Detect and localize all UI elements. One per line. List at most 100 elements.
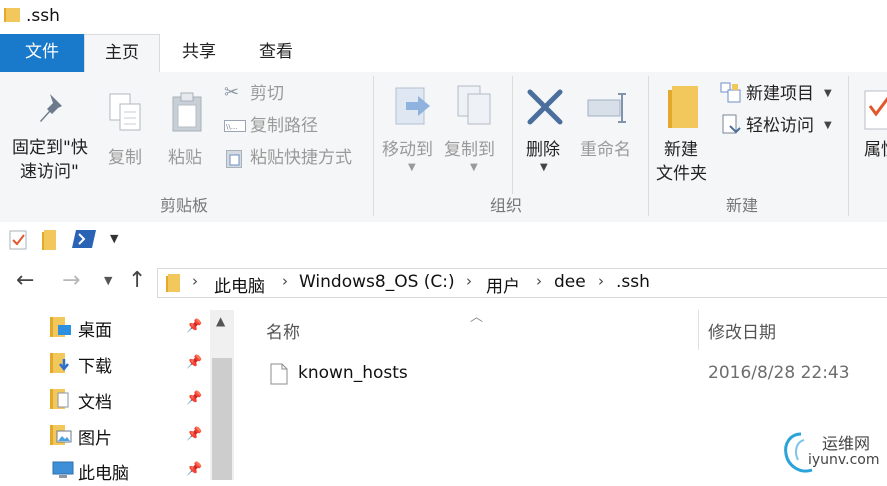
powershell-icon[interactable] <box>72 230 96 248</box>
up-arrow-icon[interactable]: ↑ <box>128 268 146 293</box>
pin-icon[interactable]: 📌 <box>186 391 202 406</box>
chevron-down-icon: ▼ <box>470 162 478 173</box>
folder-icon[interactable] <box>42 230 56 250</box>
new-item-button[interactable]: 新建项目 ▼ <box>718 80 842 108</box>
pin-icon[interactable]: 📌 <box>186 355 202 370</box>
pin-icon[interactable]: 📌 <box>186 319 202 334</box>
nav-scrollbar[interactable]: ▲ <box>210 310 234 480</box>
column-header-name[interactable]: 名称 <box>266 318 300 343</box>
properties-label: 属性 <box>864 140 887 160</box>
nav-item-downloads[interactable]: 下载 📌 <box>50 349 210 379</box>
watermark: 运维网 iyunv.com <box>782 428 887 480</box>
watermark-brand: 运维网 <box>822 434 871 453</box>
rename-button[interactable]: 重命名 <box>576 80 642 170</box>
paste-shortcut-label: 粘贴快捷方式 <box>250 148 352 168</box>
breadcrumb-drive[interactable]: Windows8_OS (C:) <box>299 272 455 292</box>
copy-path-label: 复制路径 <box>250 116 318 136</box>
paste-shortcut-button[interactable]: 粘贴快捷方式 <box>222 144 372 172</box>
breadcrumb-chevron-icon[interactable]: › <box>282 272 288 290</box>
breadcrumb-chevron-icon[interactable]: › <box>192 272 198 290</box>
copy-icon <box>109 93 141 131</box>
organize-group-label: 组织 <box>490 196 523 215</box>
nav-item-this-pc[interactable]: 此电脑 📌 <box>50 456 210 486</box>
new-folder-button[interactable]: 新建 文件夹 <box>652 80 716 190</box>
easy-access-label: 轻松访问 <box>746 116 814 136</box>
scrollbar-thumb[interactable] <box>212 358 232 480</box>
properties-icon <box>864 90 887 130</box>
file-modified: 2016/8/28 22:43 <box>708 363 850 383</box>
documents-folder-icon <box>50 389 69 409</box>
copy-to-label: 复制到 <box>444 140 495 160</box>
sort-ascending-icon: ︿ <box>470 310 484 325</box>
nav-label: 文档 <box>78 393 112 413</box>
title-bar: .ssh <box>0 0 887 34</box>
downloads-folder-icon <box>50 353 69 373</box>
tab-view[interactable]: 查看 <box>238 34 314 72</box>
chevron-down-icon: ▼ <box>408 162 416 173</box>
scroll-up-icon[interactable]: ▲ <box>216 314 225 328</box>
forward-arrow-icon[interactable]: → <box>62 268 80 293</box>
copy-button[interactable]: 复制 <box>100 84 152 174</box>
separator <box>848 76 849 216</box>
pin-icon[interactable]: 📌 <box>186 462 202 477</box>
new-item-label: 新建项目 <box>746 84 814 104</box>
easy-access-button[interactable]: 轻松访问 ▼ <box>718 112 842 140</box>
breadcrumb-chevron-icon[interactable]: › <box>466 272 472 290</box>
address-bar[interactable]: › 此电脑 › Windows8_OS (C:) › 用户 › dee › .s… <box>157 268 887 298</box>
folder-icon <box>4 8 20 22</box>
pin-icon[interactable]: 📌 <box>186 427 202 442</box>
separator <box>648 76 649 216</box>
column-divider[interactable] <box>698 310 699 350</box>
copy-to-icon <box>457 85 491 125</box>
paste-shortcut-icon <box>226 150 242 168</box>
move-to-button[interactable]: 移动到 ▼ <box>378 80 442 180</box>
pin-to-quick-access-button[interactable]: 固定到"快 速访问" <box>6 84 98 188</box>
delete-button[interactable]: 删除 ▼ <box>518 80 572 180</box>
path-icon: \\... <box>224 120 246 132</box>
nav-label: 桌面 <box>78 321 112 341</box>
file-name: known_hosts <box>298 363 408 383</box>
tab-home[interactable]: 主页 <box>84 34 160 73</box>
tab-share[interactable]: 共享 <box>160 34 238 72</box>
nav-item-pictures[interactable]: 图片 📌 <box>50 421 210 451</box>
tab-file[interactable]: 文件 <box>0 34 84 72</box>
back-arrow-icon[interactable]: ← <box>16 268 34 293</box>
file-list: ︿ 名称 修改日期 known_hosts 2016/8/28 22:43 运维… <box>234 310 887 480</box>
new-item-icon <box>720 82 741 103</box>
properties-button[interactable]: 属性 <box>856 80 887 180</box>
file-row[interactable]: known_hosts 2016/8/28 22:43 <box>264 360 884 390</box>
cut-button[interactable]: ✂ 剪切 <box>222 80 362 108</box>
recent-locations-icon[interactable]: ▼ <box>104 274 112 287</box>
window-title: .ssh <box>26 6 60 26</box>
new-folder-label-line1: 新建 <box>664 140 698 160</box>
nav-label: 下载 <box>78 357 112 377</box>
file-icon <box>270 363 288 385</box>
breadcrumb-users[interactable]: 用户 <box>486 272 520 297</box>
nav-item-desktop[interactable]: 桌面 📌 <box>50 313 210 343</box>
breadcrumb-chevron-icon[interactable]: › <box>536 272 542 290</box>
breadcrumb-this-pc[interactable]: 此电脑 <box>214 272 265 297</box>
customize-toolbar-icon[interactable]: ▼ <box>110 232 118 245</box>
chevron-down-icon: ▼ <box>824 120 832 131</box>
navigation-pane: 桌面 📌 下载 📌 文档 📌 图片 📌 此电脑 📌 ▲ <box>0 310 234 484</box>
paste-button[interactable]: 粘贴 <box>160 84 214 174</box>
move-to-icon <box>395 87 430 125</box>
ribbon: 固定到"快 速访问" 复制 粘贴 ✂ 剪切 \\... 复制路径 粘贴快捷方式 … <box>0 72 887 223</box>
breadcrumb-current[interactable]: .ssh <box>616 272 650 292</box>
ribbon-tabs: 文件 主页 共享 查看 <box>0 34 887 73</box>
nav-item-documents[interactable]: 文档 📌 <box>50 385 210 415</box>
chevron-down-icon: ▼ <box>824 88 832 99</box>
separator <box>512 76 513 194</box>
new-folder-label-line2: 文件夹 <box>656 164 707 184</box>
paste-label: 粘贴 <box>168 148 202 168</box>
address-row: ← → ▼ ↑ › 此电脑 › Windows8_OS (C:) › 用户 › … <box>0 258 887 310</box>
breadcrumb-user[interactable]: dee <box>554 272 586 292</box>
breadcrumb-chevron-icon[interactable]: › <box>598 272 604 290</box>
copy-to-button[interactable]: 复制到 ▼ <box>442 80 506 180</box>
desktop-folder-icon <box>50 317 71 337</box>
column-header-modified[interactable]: 修改日期 <box>708 318 776 343</box>
properties-icon[interactable] <box>9 230 27 250</box>
chevron-down-icon: ▼ <box>540 162 548 173</box>
computer-icon <box>52 461 74 478</box>
copy-path-button[interactable]: \\... 复制路径 <box>222 112 362 140</box>
